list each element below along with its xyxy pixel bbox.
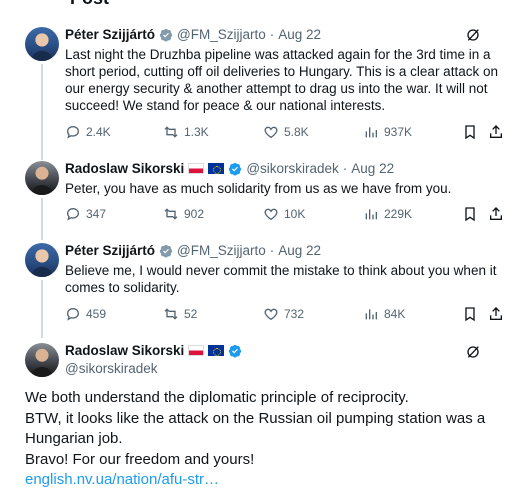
tweet-actions: 347 902 10K 229K bbox=[65, 206, 505, 224]
views-icon bbox=[365, 127, 377, 138]
share-icon[interactable] bbox=[488, 124, 504, 140]
avatar[interactable] bbox=[25, 161, 59, 195]
thread-connector bbox=[41, 280, 43, 338]
views-count: 937K bbox=[384, 125, 413, 139]
share-icon[interactable] bbox=[488, 206, 504, 222]
tweet-header: Péter Szijjártó @FM_Szijjarto · Aug 22 bbox=[65, 243, 321, 258]
repost-button[interactable]: 1.3K bbox=[163, 124, 209, 140]
poland-flag-icon bbox=[188, 345, 205, 356]
tweet-date[interactable]: Aug 22 bbox=[278, 243, 321, 258]
avatar[interactable] bbox=[25, 243, 59, 277]
verified-badge-icon bbox=[229, 162, 242, 176]
reply-icon bbox=[66, 307, 80, 321]
reply-button[interactable]: 347 bbox=[65, 206, 106, 222]
views-count: 84K bbox=[384, 307, 406, 321]
share-icon[interactable] bbox=[488, 306, 504, 322]
reply-button[interactable]: 2.4K bbox=[65, 124, 111, 140]
avatar[interactable] bbox=[25, 343, 59, 377]
bookmark-icon[interactable] bbox=[462, 306, 478, 322]
tweet-actions: 459 52 732 84K bbox=[65, 306, 505, 324]
grok-icon[interactable] bbox=[465, 344, 481, 360]
author-name[interactable]: Radoslaw Sikorski bbox=[65, 161, 184, 176]
reply-count: 459 bbox=[86, 307, 107, 321]
tweet-text: Peter, you have as much solidarity from … bbox=[65, 181, 452, 196]
eu-flag-icon bbox=[208, 345, 225, 356]
page-header-fragment: Post bbox=[70, 0, 109, 9]
views-button[interactable]: 937K bbox=[363, 124, 412, 140]
reply-count: 2.4K bbox=[86, 125, 111, 139]
repost-button[interactable]: 902 bbox=[163, 206, 204, 222]
tweet-actions: 2.4K 1.3K 5.8K 937K bbox=[65, 124, 505, 142]
reply-icon bbox=[66, 207, 80, 221]
tweet-date[interactable]: Aug 22 bbox=[278, 27, 321, 42]
like-button[interactable]: 10K bbox=[263, 206, 305, 222]
article-link[interactable]: english.nv.ua/nation/afu-str… bbox=[25, 470, 505, 491]
like-icon bbox=[264, 208, 278, 221]
main-tweet-text: We both understand the diplomatic princi… bbox=[25, 388, 505, 491]
separator-dot: · bbox=[269, 27, 275, 42]
like-count: 732 bbox=[284, 307, 305, 321]
like-icon bbox=[264, 308, 278, 321]
reply-count: 347 bbox=[86, 207, 107, 221]
tweet-header: Radoslaw Sikorski @sikorskiradek · Aug 2… bbox=[65, 161, 394, 176]
main-text-line: BTW, it looks like the attack on the Rus… bbox=[25, 409, 486, 448]
grok-icon[interactable] bbox=[465, 27, 481, 43]
eu-flag-icon bbox=[208, 163, 225, 174]
tweet-date[interactable]: Aug 22 bbox=[351, 161, 394, 176]
author-handle[interactable]: @FM_Szijjarto bbox=[177, 243, 266, 258]
repost-count: 52 bbox=[184, 307, 198, 321]
tweet-header: Péter Szijjártó @FM_Szijjarto · Aug 22 bbox=[65, 27, 321, 42]
views-icon bbox=[365, 209, 377, 220]
bookmark-icon[interactable] bbox=[462, 206, 478, 222]
repost-icon bbox=[164, 126, 178, 138]
tweet-text: Believe me, I would never commit the mis… bbox=[65, 263, 497, 295]
main-tweet-header: Radoslaw Sikorski @sikorskiradek bbox=[65, 343, 242, 376]
bookmark-icon[interactable] bbox=[462, 124, 478, 140]
avatar[interactable] bbox=[25, 27, 59, 61]
verified-badge-icon bbox=[159, 244, 173, 258]
verified-badge-icon bbox=[159, 28, 173, 42]
views-icon bbox=[365, 309, 377, 320]
repost-icon bbox=[164, 208, 178, 220]
views-count: 229K bbox=[384, 207, 413, 221]
like-button[interactable]: 5.8K bbox=[263, 124, 309, 140]
like-count: 10K bbox=[284, 207, 306, 221]
author-name[interactable]: Radoslaw Sikorski bbox=[65, 343, 184, 358]
author-handle[interactable]: @sikorskiradek bbox=[246, 161, 338, 176]
like-count: 5.8K bbox=[284, 125, 309, 139]
main-text-line: We both understand the diplomatic princi… bbox=[25, 389, 409, 406]
thread-connector bbox=[41, 198, 43, 240]
verified-badge-icon bbox=[229, 344, 242, 358]
views-button[interactable]: 84K bbox=[363, 306, 405, 322]
separator-dot: · bbox=[269, 243, 275, 258]
tweet-text: Last night the Druzhba pipeline was atta… bbox=[65, 47, 498, 113]
separator-dot: · bbox=[342, 161, 348, 176]
reply-button[interactable]: 459 bbox=[65, 306, 106, 322]
poland-flag-icon bbox=[188, 163, 205, 174]
author-name[interactable]: Péter Szijjártó bbox=[65, 27, 155, 42]
author-handle[interactable]: @FM_Szijjarto bbox=[177, 27, 266, 42]
main-text-line: Bravo! For our freedom and yours! bbox=[25, 450, 255, 468]
repost-button[interactable]: 52 bbox=[163, 306, 197, 322]
like-button[interactable]: 732 bbox=[263, 306, 304, 322]
repost-count: 1.3K bbox=[184, 125, 209, 139]
author-name[interactable]: Péter Szijjártó bbox=[65, 243, 155, 258]
repost-count: 902 bbox=[184, 207, 205, 221]
repost-icon bbox=[164, 308, 178, 320]
reply-icon bbox=[66, 125, 80, 139]
views-button[interactable]: 229K bbox=[363, 206, 412, 222]
author-handle[interactable]: @sikorskiradek bbox=[65, 361, 242, 376]
like-icon bbox=[264, 126, 278, 139]
thread-connector bbox=[41, 64, 43, 160]
